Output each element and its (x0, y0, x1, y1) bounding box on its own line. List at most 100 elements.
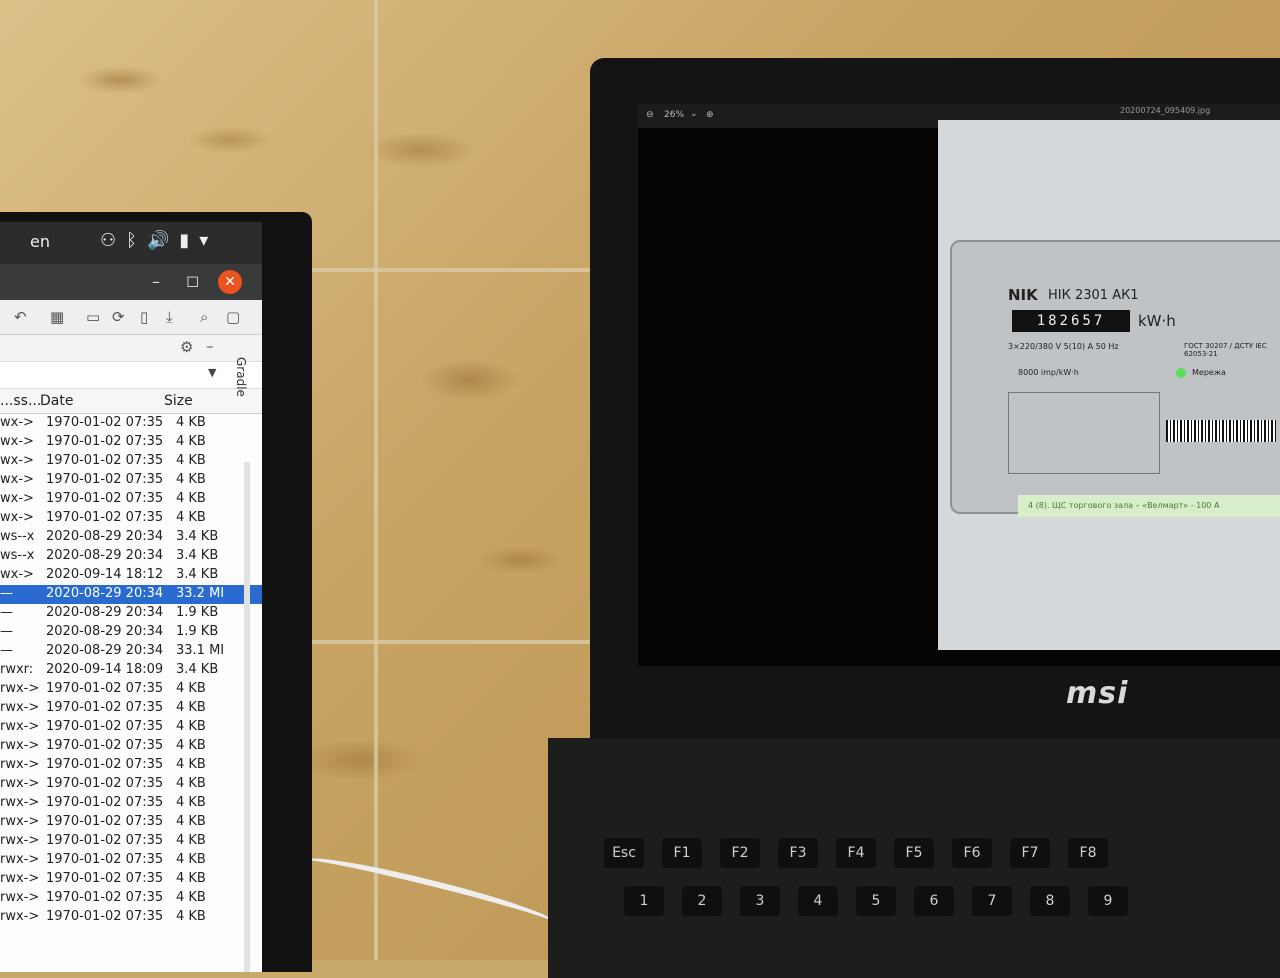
cell-perm: rwx-> (0, 681, 40, 696)
cell-size: 3.4 KB (176, 567, 219, 582)
table-row[interactable]: ws--x 2020-08-29 20:34 3.4 KB (0, 547, 262, 566)
barcode (1166, 420, 1276, 442)
keyboard-key[interactable]: 5 (856, 886, 896, 916)
zoom-out-icon[interactable]: ⊖ (646, 110, 654, 120)
cell-size: 4 KB (176, 757, 206, 772)
cell-date: 1970-01-02 07:35 (46, 700, 164, 715)
chevron-down-icon[interactable]: ▼ (208, 366, 216, 379)
table-row[interactable]: wx-> 1970-01-02 07:35 4 KB (0, 490, 262, 509)
keyboard-key[interactable]: 7 (972, 886, 1012, 916)
table-row[interactable]: rwx-> 1970-01-02 07:35 4 KB (0, 680, 262, 699)
zoom-in-icon[interactable]: ⊕ (706, 110, 714, 120)
zoom-level[interactable]: 26% (664, 110, 684, 120)
keyboard-key[interactable]: Esc (604, 838, 644, 868)
keyboard-key[interactable]: 8 (1030, 886, 1070, 916)
cell-date: 2020-08-29 20:34 (46, 586, 164, 601)
gradle-side-tab[interactable]: Gradle (234, 357, 248, 397)
cell-perm: rwx-> (0, 795, 40, 810)
table-row[interactable]: wx-> 1970-01-02 07:35 4 KB (0, 471, 262, 490)
search-icon[interactable]: ⌕ (200, 308, 208, 326)
meter-photo: NIK НІК 2301 АК1 182657 kW·h 3×220/380 V… (938, 120, 1280, 650)
build-icon[interactable]: ▦ (50, 308, 64, 326)
close-button[interactable]: ✕ (218, 270, 242, 294)
electric-meter: NIK НІК 2301 АК1 182657 kW·h 3×220/380 V… (950, 240, 1280, 514)
table-row[interactable]: wx-> 2020-09-14 18:12 3.4 KB (0, 566, 262, 585)
volume-icon[interactable]: 🔊 (147, 230, 169, 251)
keyboard-key[interactable]: 6 (914, 886, 954, 916)
run-config-icon[interactable]: ▭ (86, 308, 100, 326)
language-indicator[interactable]: en (30, 232, 50, 251)
cell-size: 4 KB (176, 852, 206, 867)
column-size[interactable]: Size (164, 393, 193, 409)
keyboard-key[interactable]: 9 (1088, 886, 1128, 916)
bluetooth-icon[interactable]: ᛒ (126, 230, 137, 251)
table-row[interactable]: wx-> 1970-01-02 07:35 4 KB (0, 452, 262, 471)
table-row[interactable]: ws--x 2020-08-29 20:34 3.4 KB (0, 528, 262, 547)
table-row[interactable]: rwx-> 1970-01-02 07:35 4 KB (0, 737, 262, 756)
keyboard-key[interactable]: F3 (778, 838, 818, 868)
table-row[interactable]: rwx-> 1970-01-02 07:35 4 KB (0, 775, 262, 794)
keyboard-key[interactable]: F5 (894, 838, 934, 868)
cell-date: 1970-01-02 07:35 (46, 757, 164, 772)
cell-size: 4 KB (176, 738, 206, 753)
cell-perm: ws--x (0, 529, 35, 544)
table-row[interactable]: wx-> 1970-01-02 07:35 4 KB (0, 509, 262, 528)
gear-icon[interactable]: ⚙ (180, 338, 193, 356)
scrollbar[interactable] (244, 462, 250, 972)
table-row[interactable]: rwx-> 1970-01-02 07:35 4 KB (0, 851, 262, 870)
cell-date: 2020-08-29 20:34 (46, 605, 164, 620)
table-row[interactable]: wx-> 1970-01-02 07:35 4 KB (0, 414, 262, 433)
sync-icon[interactable]: ⟳ (112, 308, 125, 326)
column-permissions[interactable]: ...ss... (0, 393, 41, 409)
keyboard-key[interactable]: 1 (624, 886, 664, 916)
hide-panel-icon[interactable]: – (206, 337, 214, 355)
table-row[interactable]: — 2020-08-29 20:34 33.2 MI (0, 585, 262, 604)
keyboard-key[interactable]: F1 (662, 838, 702, 868)
cell-date: 1970-01-02 07:35 (46, 833, 164, 848)
cell-size: 33.1 MI (176, 643, 225, 658)
keyboard-key[interactable]: F4 (836, 838, 876, 868)
table-row[interactable]: — 2020-08-29 20:34 33.1 MI (0, 642, 262, 661)
keyboard-key[interactable]: F6 (952, 838, 992, 868)
column-date[interactable]: Date (40, 393, 73, 409)
table-row[interactable]: rwx-> 1970-01-02 07:35 4 KB (0, 718, 262, 737)
system-tray[interactable]: ⚇ ᛒ 🔊 ▮ ▾ (100, 230, 208, 251)
profile-icon[interactable]: ▢ (226, 308, 240, 326)
meter-model: НІК 2301 АК1 (1048, 288, 1139, 303)
keyboard-key[interactable]: 4 (798, 886, 838, 916)
minimize-button[interactable]: – (152, 272, 160, 291)
cell-date: 1970-01-02 07:35 (46, 871, 164, 886)
table-row[interactable]: rwx-> 1970-01-02 07:35 4 KB (0, 832, 262, 851)
keyboard-key[interactable]: F7 (1010, 838, 1050, 868)
undo-icon[interactable]: ↶ (14, 308, 27, 326)
chevron-down-icon[interactable]: ⌄ (690, 109, 698, 119)
cell-perm: — (0, 643, 13, 658)
table-row[interactable]: rwx-> 1970-01-02 07:35 4 KB (0, 870, 262, 889)
path-combobox[interactable]: ▼ (0, 362, 262, 389)
table-row[interactable]: rwx-> 1970-01-02 07:35 4 KB (0, 908, 262, 927)
keyboard-key[interactable]: 2 (682, 886, 722, 916)
keyboard-key[interactable]: 3 (740, 886, 780, 916)
table-row[interactable]: rwx-> 1970-01-02 07:35 4 KB (0, 813, 262, 832)
table-row[interactable]: rwx-> 1970-01-02 07:35 4 KB (0, 699, 262, 718)
menu-arrow-icon[interactable]: ▾ (199, 230, 208, 251)
keyboard-key[interactable]: F2 (720, 838, 760, 868)
cell-perm: wx-> (0, 472, 34, 487)
battery-icon[interactable]: ▮ (179, 230, 189, 251)
sdk-icon[interactable]: ⤓ (166, 308, 173, 326)
table-row[interactable]: rwx-> 1970-01-02 07:35 4 KB (0, 756, 262, 775)
table-row[interactable]: rwx-> 1970-01-02 07:35 4 KB (0, 794, 262, 813)
keyboard-key[interactable]: F8 (1068, 838, 1108, 868)
maximize-button[interactable]: ◻ (186, 271, 199, 290)
network-icon[interactable]: ⚇ (100, 230, 116, 251)
table-row[interactable]: — 2020-08-29 20:34 1.9 KB (0, 604, 262, 623)
table-row[interactable]: — 2020-08-29 20:34 1.9 KB (0, 623, 262, 642)
cell-size: 4 KB (176, 776, 206, 791)
table-row[interactable]: rwx-> 1970-01-02 07:35 4 KB (0, 889, 262, 908)
cell-size: 4 KB (176, 795, 206, 810)
table-row[interactable]: wx-> 1970-01-02 07:35 4 KB (0, 433, 262, 452)
table-row[interactable]: rwxr: 2020-09-14 18:09 3.4 KB (0, 661, 262, 680)
meter-network-label: Мережа (1192, 368, 1226, 377)
cell-size: 4 KB (176, 814, 206, 829)
device-icon[interactable]: ▯ (140, 308, 148, 326)
